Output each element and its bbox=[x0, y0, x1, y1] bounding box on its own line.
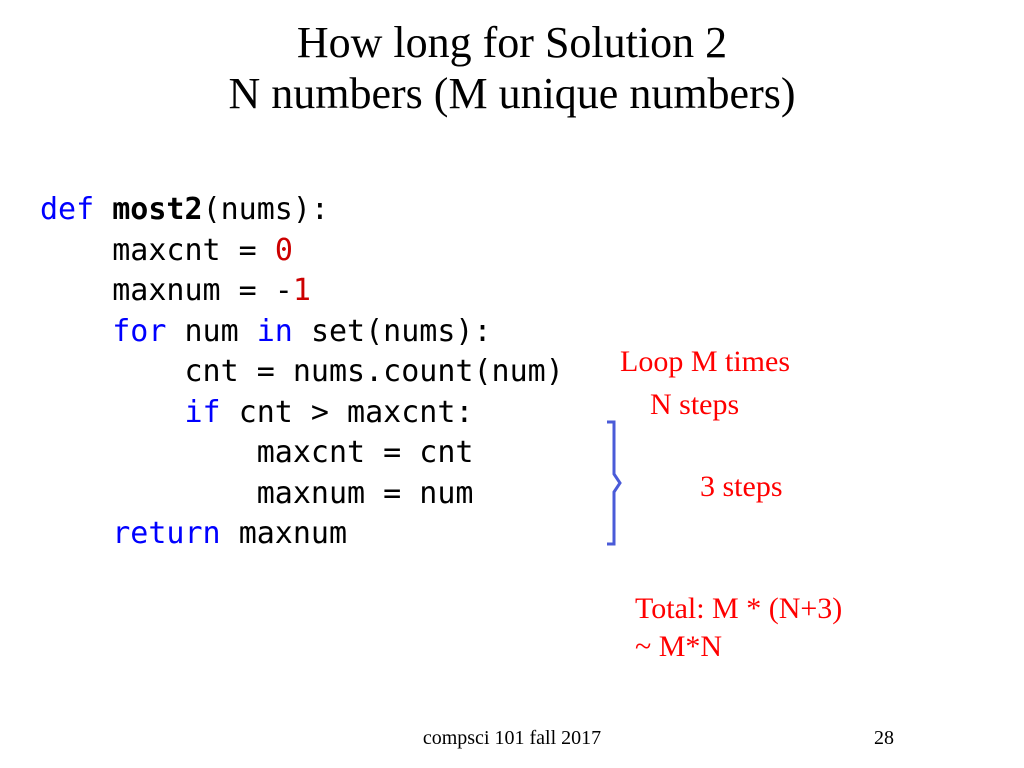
annotation-total-l1: Total: M * (N+3) bbox=[635, 590, 842, 628]
params: (nums): bbox=[203, 192, 329, 227]
code-line: num bbox=[185, 314, 257, 349]
code-line: maxnum bbox=[239, 516, 347, 551]
code-line bbox=[40, 516, 112, 551]
slide: How long for Solution 2 N numbers (M uni… bbox=[0, 0, 1024, 768]
title-line-2: N numbers (M unique numbers) bbox=[0, 69, 1024, 120]
code-block: def most2(nums): maxcnt = 0 maxnum = -1 … bbox=[40, 190, 564, 555]
keyword-def: def bbox=[40, 192, 112, 227]
keyword-in: in bbox=[257, 314, 311, 349]
title-line-1: How long for Solution 2 bbox=[0, 18, 1024, 69]
annotation-3steps: 3 steps bbox=[700, 470, 783, 504]
keyword-return: return bbox=[112, 516, 238, 551]
code-line: cnt = nums.count(num) bbox=[40, 354, 564, 389]
code-line: maxcnt = cnt bbox=[40, 435, 473, 470]
code-line: cnt > maxcnt: bbox=[239, 395, 474, 430]
annotation-nsteps: N steps bbox=[650, 388, 739, 422]
number-literal: 0 bbox=[275, 233, 293, 268]
code-line bbox=[40, 395, 185, 430]
annotation-total-l2: ~ M*N bbox=[635, 628, 842, 666]
annotation-loop: Loop M times bbox=[620, 345, 790, 379]
keyword-for: for bbox=[112, 314, 184, 349]
bracket-icon bbox=[582, 418, 622, 548]
code-line: maxnum = num bbox=[40, 476, 473, 511]
code-line: maxnum = - bbox=[40, 273, 293, 308]
code-line: maxcnt = bbox=[40, 233, 275, 268]
number-literal: 1 bbox=[293, 273, 311, 308]
footer-page-number: 28 bbox=[874, 727, 894, 750]
function-name: most2 bbox=[112, 192, 202, 227]
code-line: set(nums): bbox=[311, 314, 492, 349]
code-line bbox=[40, 314, 112, 349]
annotation-total: Total: M * (N+3) ~ M*N bbox=[635, 590, 842, 665]
slide-title: How long for Solution 2 N numbers (M uni… bbox=[0, 0, 1024, 119]
keyword-if: if bbox=[185, 395, 239, 430]
footer-course: compsci 101 fall 2017 bbox=[0, 727, 1024, 750]
